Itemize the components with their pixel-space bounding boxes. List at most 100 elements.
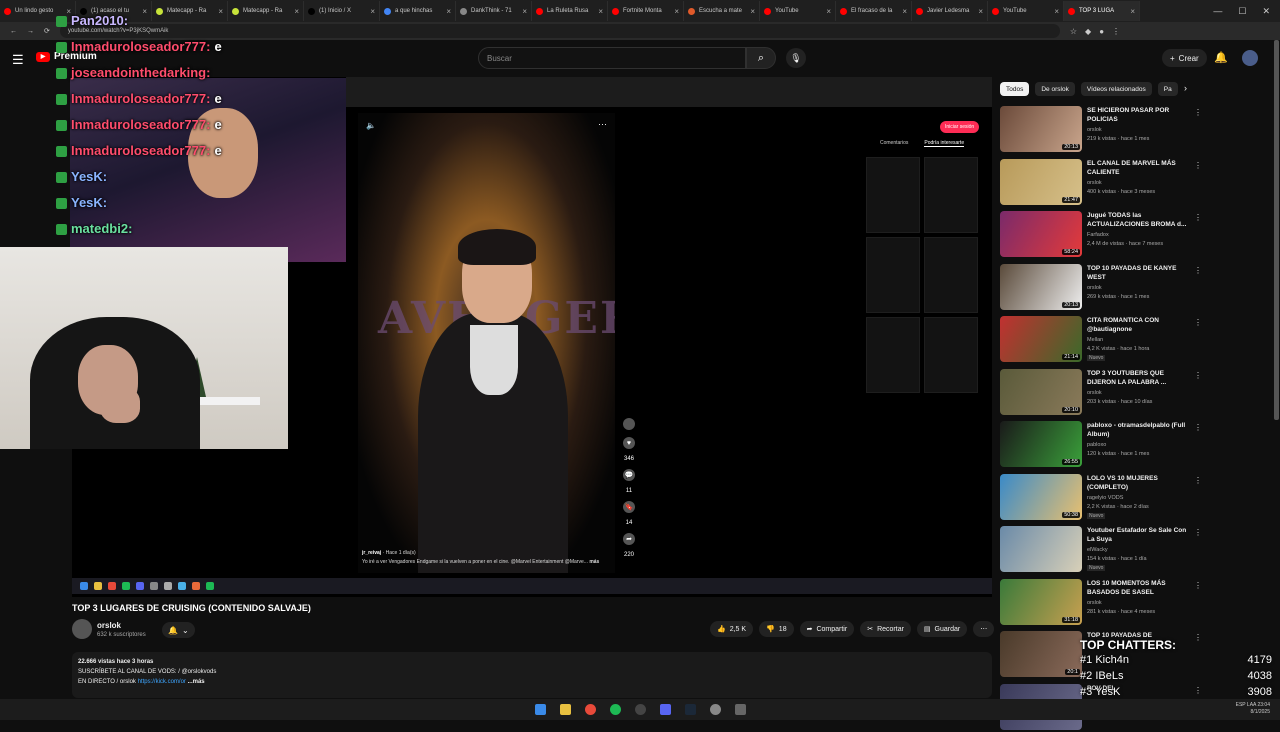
browser-tab[interactable]: YouTube × bbox=[760, 1, 836, 21]
browser-tab[interactable]: TOP 3 LUGA × bbox=[1064, 1, 1140, 21]
clip-button[interactable]: ✂ Recortar bbox=[860, 621, 911, 637]
more-options-icon[interactable]: ⋮ bbox=[1194, 423, 1202, 432]
video-item-channel[interactable]: ragelyio VODS bbox=[1087, 495, 1123, 501]
video-thumbnail[interactable]: 21:14 bbox=[1000, 316, 1082, 362]
more-options-icon[interactable]: ⋮ bbox=[1194, 528, 1202, 537]
windows-start-icon[interactable] bbox=[534, 704, 546, 715]
video-thumbnail[interactable]: 58:24 bbox=[1000, 211, 1082, 257]
steam-icon[interactable] bbox=[684, 704, 696, 715]
video-thumbnail[interactable]: 50:38 bbox=[1000, 473, 1082, 520]
video-item-channel[interactable]: orslok bbox=[1087, 180, 1102, 186]
close-tab-icon[interactable]: × bbox=[446, 7, 451, 16]
hamburger-menu-icon[interactable]: ☰ bbox=[12, 52, 24, 68]
back-icon[interactable]: ← bbox=[10, 28, 17, 35]
share-icon[interactable]: ➦ bbox=[623, 533, 635, 545]
kick-link[interactable]: https://kick.com/or bbox=[138, 679, 186, 685]
suggestion-tile[interactable] bbox=[924, 317, 978, 393]
video-thumbnail[interactable] bbox=[1000, 526, 1082, 572]
close-tab-icon[interactable]: × bbox=[902, 7, 907, 16]
chrome-icon[interactable] bbox=[584, 704, 596, 715]
save-button[interactable]: ▤ Guardar bbox=[916, 621, 968, 637]
keyboard-language[interactable]: ESP LAA bbox=[1236, 702, 1256, 708]
reload-icon[interactable]: ⟳ bbox=[44, 27, 50, 35]
video-item-channel[interactable]: orslok bbox=[1087, 285, 1102, 291]
close-tab-icon[interactable]: × bbox=[674, 7, 679, 16]
channel-avatar[interactable] bbox=[72, 619, 92, 639]
dislike-button[interactable]: 👎 18 bbox=[759, 621, 794, 637]
search-input[interactable]: Buscar bbox=[478, 47, 746, 69]
more-options-icon[interactable]: ⋮ bbox=[1194, 108, 1202, 117]
bookmark-icon[interactable]: 🔖 bbox=[623, 501, 635, 513]
clock-time[interactable]: 23:04 bbox=[1257, 702, 1270, 708]
video-item-title[interactable]: Jugué TODAS las ACTUALIZACIONES BROMA d.… bbox=[1087, 211, 1187, 229]
more-options-icon[interactable]: ⋯ bbox=[598, 119, 607, 130]
related-video-item[interactable]: 31:18 LOS 10 MOMENTOS MÁS BASADOS DE SASE… bbox=[1000, 578, 1202, 627]
related-video-item[interactable]: 58:24 Jugué TODAS las ACTUALIZACIONES BRO… bbox=[1000, 211, 1202, 259]
video-item-channel[interactable]: orslok bbox=[1087, 127, 1102, 133]
browser-tab[interactable]: YouTube × bbox=[988, 1, 1064, 21]
video-thumbnail[interactable]: 20:10 bbox=[1000, 368, 1082, 415]
suggestion-tile[interactable] bbox=[924, 237, 978, 313]
video-item-title[interactable]: LOS 10 MOMENTOS MÁS BASADOS DE SASEL bbox=[1087, 579, 1187, 597]
more-options-icon[interactable]: ⋮ bbox=[1194, 371, 1202, 380]
suggestion-tile[interactable] bbox=[866, 157, 920, 233]
subscription-bell-button[interactable]: 🔔 ⌄ bbox=[162, 622, 195, 638]
comment-icon[interactable]: 💬 bbox=[623, 469, 635, 481]
minimize-icon[interactable]: — bbox=[1213, 6, 1222, 17]
tiktok-video-frame[interactable]: AVENGERS 🔈 ⋯ jr_reivaj · Hace 1 día(s) Y… bbox=[358, 113, 615, 573]
browser-tab[interactable]: La Ruleta Rusa × bbox=[532, 1, 608, 21]
video-thumbnail[interactable]: 26:55 bbox=[1000, 421, 1082, 467]
video-item-channel[interactable]: pabloxo bbox=[1087, 442, 1106, 448]
notifications-bell-icon[interactable]: 🔔 bbox=[1214, 51, 1228, 64]
voice-search-button[interactable]: 🎙 bbox=[786, 48, 806, 68]
show-more-link[interactable]: ...más bbox=[188, 679, 205, 685]
video-item-title[interactable]: TOP 3 YOUTUBERS QUE DIJERON LA PALABRA .… bbox=[1087, 369, 1187, 387]
filter-chip[interactable]: Vídeos relacionados bbox=[1080, 82, 1152, 96]
video-item-title[interactable]: LOLO VS 10 MUJERES (COMPLETO) bbox=[1087, 474, 1187, 492]
suggestion-tile[interactable] bbox=[866, 317, 920, 393]
like-button[interactable]: 👍 2,5 K bbox=[710, 621, 754, 637]
search-button[interactable]: ⌕ bbox=[746, 47, 776, 69]
video-item-channel[interactable]: Mellan bbox=[1087, 337, 1103, 343]
close-tab-icon[interactable]: × bbox=[750, 7, 755, 16]
browser-menu-icon[interactable]: ⋮ bbox=[1112, 27, 1120, 36]
forward-icon[interactable]: → bbox=[27, 28, 34, 35]
video-thumbnail[interactable]: 31:18 bbox=[1000, 578, 1082, 625]
browser-tab[interactable]: Javier Ledesma × bbox=[912, 1, 988, 21]
video-item-channel[interactable]: elWacky bbox=[1087, 547, 1108, 553]
related-video-item[interactable]: 21:14 CITA ROMANTICA CON @bautiagnone Mell… bbox=[1000, 316, 1202, 364]
filter-chip[interactable]: Pa bbox=[1157, 82, 1178, 96]
close-tab-icon[interactable]: × bbox=[1130, 7, 1135, 16]
video-item-channel[interactable]: orslok bbox=[1087, 600, 1102, 606]
related-video-item[interactable]: 20:13 TOP 10 PAYADAS DE KANYE WEST orslok 2… bbox=[1000, 263, 1202, 312]
creator-avatar[interactable] bbox=[623, 418, 635, 430]
tiktok-username[interactable]: jr_reivaj bbox=[362, 550, 381, 556]
close-tab-icon[interactable]: × bbox=[1054, 7, 1059, 16]
video-thumbnail[interactable]: 20:13 bbox=[1000, 106, 1082, 152]
more-options-icon[interactable]: ⋮ bbox=[1194, 581, 1202, 590]
related-video-item[interactable]: 20:10 TOP 3 YOUTUBERS QUE DIJERON LA PALA… bbox=[1000, 368, 1202, 417]
profile-icon[interactable]: ● bbox=[1099, 27, 1104, 36]
app-icon[interactable] bbox=[734, 704, 746, 715]
video-thumbnail[interactable]: 21:47 bbox=[1000, 158, 1082, 205]
discord-icon[interactable] bbox=[659, 704, 671, 715]
browser-tab[interactable]: Fortnite Monta × bbox=[608, 1, 684, 21]
share-button[interactable]: ➦ Compartir bbox=[799, 621, 855, 637]
spotify-icon[interactable] bbox=[609, 704, 621, 715]
tab-comments[interactable]: Comentarios bbox=[880, 140, 908, 147]
create-button[interactable]: + Crear bbox=[1162, 49, 1207, 67]
filter-chip[interactable]: Todos bbox=[1000, 82, 1030, 96]
video-description[interactable]: 22.666 vistas hace 3 horas SUSCRÍBETE AL… bbox=[72, 652, 992, 698]
browser-tab[interactable]: a que hinchas × bbox=[380, 1, 456, 21]
close-tab-icon[interactable]: × bbox=[978, 7, 983, 16]
browser-tab[interactable]: Escucha a mate × bbox=[684, 1, 760, 21]
suggestion-tile[interactable] bbox=[866, 237, 920, 313]
more-options-icon[interactable]: ⋮ bbox=[1194, 476, 1202, 485]
related-video-item[interactable]: 20:13 SE HICIERON PASAR POR POLICIAS orslo… bbox=[1000, 106, 1202, 154]
suggestion-tile[interactable] bbox=[924, 157, 978, 233]
mute-icon[interactable]: 🔈 bbox=[366, 121, 376, 130]
tiktok-login-button[interactable]: Iniciar sesión bbox=[940, 121, 980, 133]
more-options-icon[interactable]: ⋮ bbox=[1194, 213, 1202, 222]
heart-icon[interactable]: ♥ bbox=[623, 437, 635, 449]
more-options-icon[interactable]: ⋮ bbox=[1194, 318, 1202, 327]
